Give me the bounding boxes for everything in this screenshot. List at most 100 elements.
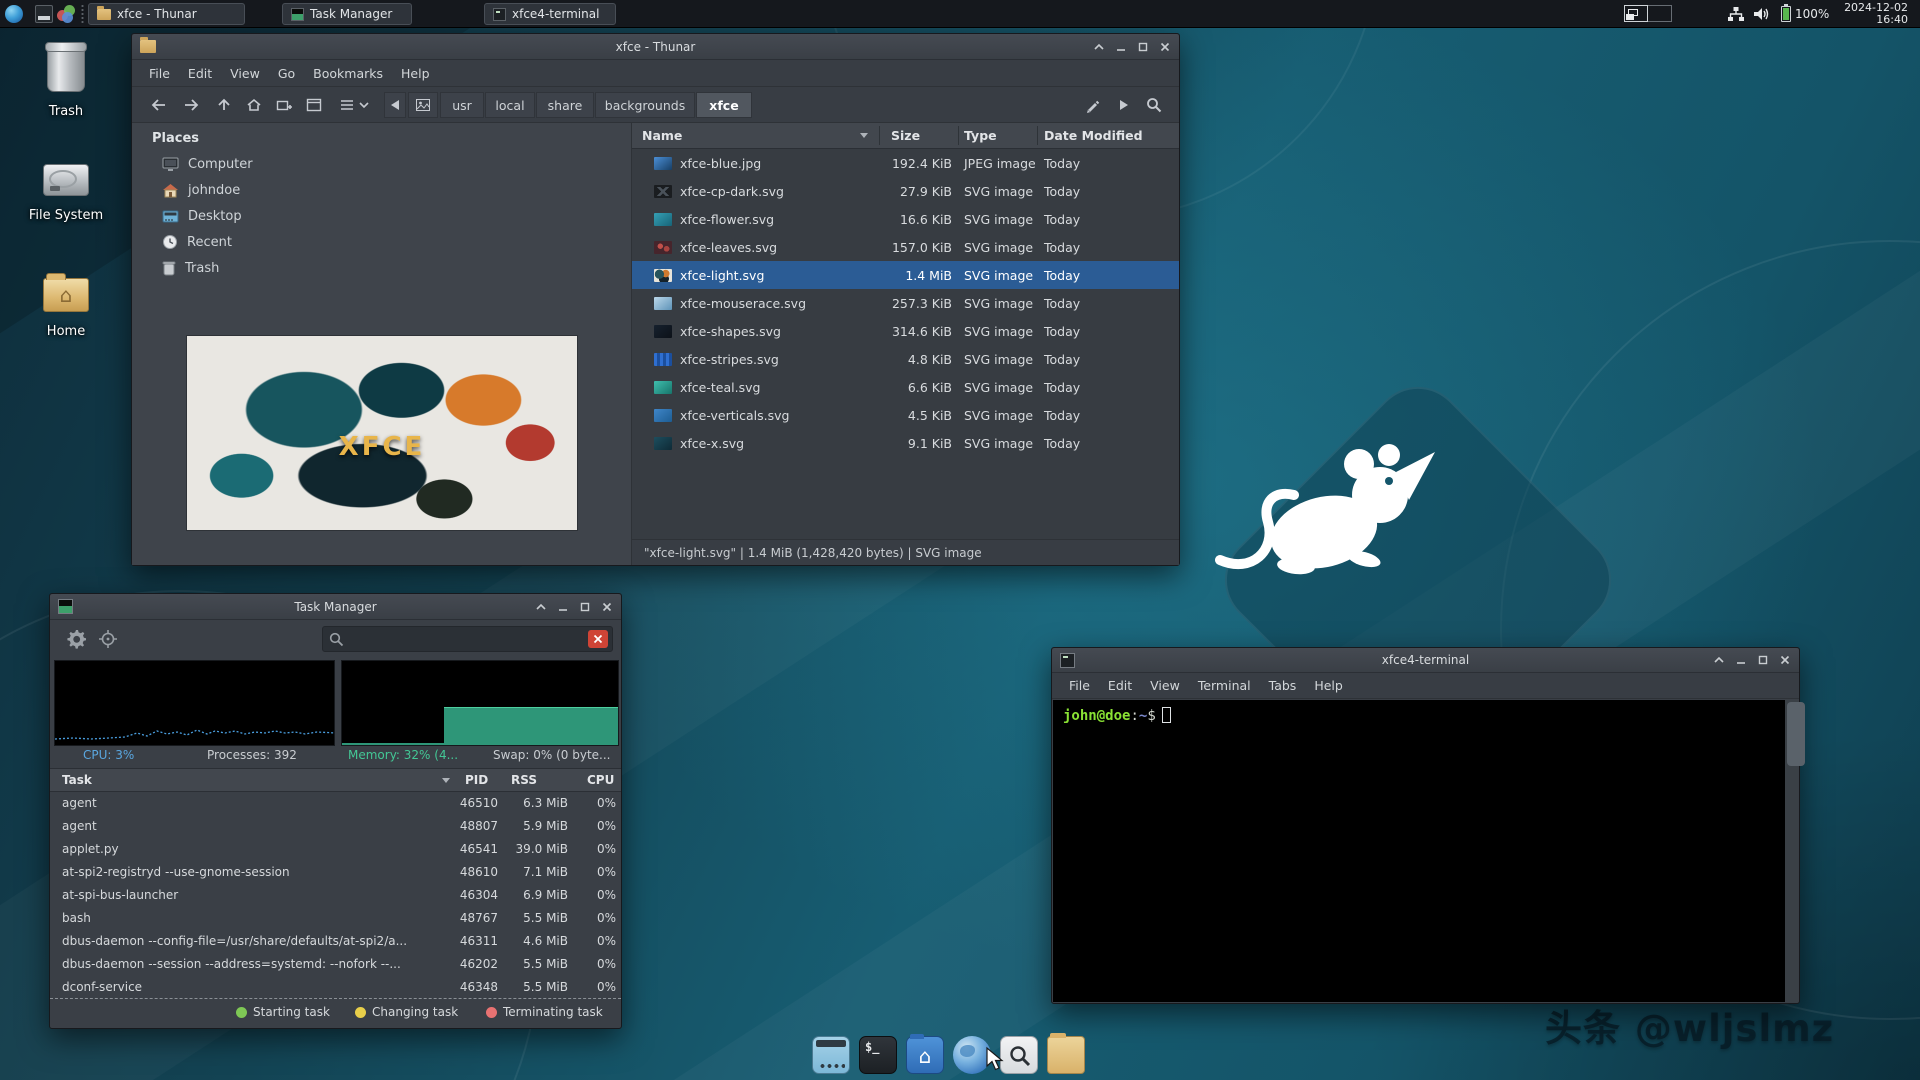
up-icon[interactable] [210, 92, 238, 118]
breadcrumb-local[interactable]: local [485, 92, 535, 118]
column-date[interactable]: Date Modified [1044, 128, 1143, 143]
breadcrumb-root-image-icon[interactable] [408, 92, 438, 118]
back-icon[interactable] [144, 92, 172, 118]
taskbar-button-terminal[interactable]: xfce4-terminal [484, 3, 616, 25]
file-row[interactable]: xfce-verticals.svg 4.5 KiB SVG image Today [632, 401, 1179, 429]
new-tab-icon[interactable] [300, 92, 328, 118]
process-row[interactable]: dbus-daemon --config-file=/usr/share/def… [50, 930, 621, 953]
menu-view[interactable]: View [221, 66, 269, 81]
file-row[interactable]: xfce-cp-dark.svg 27.9 KiB SVG image Today [632, 177, 1179, 205]
minimize-button[interactable] [557, 601, 569, 613]
menu-help[interactable]: Help [392, 66, 439, 81]
terminal-content[interactable]: john@doe:~$ [1053, 700, 1805, 1002]
process-row[interactable]: applet.py 46541 39.0 MiB 0% [50, 838, 621, 861]
menu-go[interactable]: Go [269, 66, 304, 81]
view-switcher-icon[interactable] [332, 92, 376, 118]
column-cpu[interactable]: CPU [587, 773, 614, 787]
taskbar-button-taskmanager[interactable]: Task Manager [282, 3, 412, 25]
desktop-icon-filesystem[interactable]: File System [22, 158, 110, 223]
menu-terminal[interactable]: Terminal [1189, 678, 1260, 693]
forward-icon[interactable] [177, 92, 205, 118]
taskmanager-titlebar[interactable]: Task Manager [50, 594, 621, 620]
breadcrumb-usr[interactable]: usr [440, 92, 484, 118]
maximize-button[interactable] [1137, 41, 1149, 53]
rename-pencil-icon[interactable] [1078, 92, 1106, 118]
place-desktop[interactable]: Desktop [162, 203, 242, 229]
workspace-1[interactable] [1624, 5, 1648, 22]
file-row[interactable]: xfce-leaves.svg 157.0 KiB SVG image Today [632, 233, 1179, 261]
file-manager-launcher-icon[interactable]: ⌂ [906, 1034, 944, 1074]
file-row[interactable]: xfce-mouserace.svg 257.3 KiB SVG image Toda… [632, 289, 1179, 317]
menu-file[interactable]: File [140, 66, 179, 81]
menu-view[interactable]: View [1141, 678, 1189, 693]
menu-tabs[interactable]: Tabs [1260, 678, 1306, 693]
home-icon[interactable] [240, 92, 268, 118]
process-row[interactable]: agent 48807 5.9 MiB 0% [50, 815, 621, 838]
search-icon[interactable] [1140, 92, 1168, 118]
terminal-titlebar[interactable]: xfce4-terminal [1052, 648, 1799, 673]
breadcrumb-backgrounds[interactable]: backgrounds [595, 92, 695, 118]
place-recent[interactable]: Recent [162, 229, 232, 255]
desktop-icon-trash[interactable]: Trash [22, 42, 110, 119]
menu-bookmarks[interactable]: Bookmarks [304, 66, 392, 81]
close-button[interactable] [601, 601, 613, 613]
column-pid[interactable]: PID [465, 773, 488, 787]
thunar-titlebar[interactable]: xfce - Thunar [132, 34, 1179, 60]
volume-icon[interactable] [1753, 6, 1771, 22]
menu-edit[interactable]: Edit [179, 66, 221, 81]
battery-icon[interactable] [1781, 4, 1791, 22]
column-name[interactable]: Name [642, 128, 682, 143]
crosshair-icon[interactable] [98, 629, 118, 653]
clear-search-icon[interactable] [588, 630, 608, 648]
maximize-button[interactable] [579, 601, 591, 613]
terminal-launcher-icon[interactable]: $_ [859, 1036, 897, 1074]
process-row[interactable]: bash 48767 5.5 MiB 0% [50, 907, 621, 930]
column-rss[interactable]: RSS [511, 773, 537, 787]
scrollbar-thumb[interactable] [1787, 702, 1805, 766]
file-row[interactable]: xfce-flower.svg 16.6 KiB SVG image Today [632, 205, 1179, 233]
file-row[interactable]: xfce-shapes.svg 314.6 KiB SVG image Today [632, 317, 1179, 345]
rollup-button[interactable] [535, 601, 547, 613]
minimize-button[interactable] [1735, 654, 1747, 666]
file-row[interactable]: xfce-x.svg 9.1 KiB SVG image Today [632, 429, 1179, 457]
column-type[interactable]: Type [964, 128, 997, 143]
display-launcher-icon[interactable] [35, 5, 53, 23]
menu-file[interactable]: File [1060, 678, 1099, 693]
breadcrumb-scroll-left-icon[interactable] [384, 92, 406, 118]
workspace-2[interactable] [1648, 5, 1672, 22]
close-button[interactable] [1779, 654, 1791, 666]
file-row[interactable]: xfce-stripes.svg 4.8 KiB SVG image Today [632, 345, 1179, 373]
rollup-button[interactable] [1713, 654, 1725, 666]
taskmanager-search-field[interactable] [322, 626, 613, 652]
process-row[interactable]: dconf-service 46348 5.5 MiB 0% [50, 976, 621, 999]
maximize-button[interactable] [1757, 654, 1769, 666]
column-size[interactable]: Size [891, 128, 920, 143]
desktop-icon-home[interactable]: ⌂ Home [22, 272, 110, 339]
menu-help[interactable]: Help [1305, 678, 1352, 693]
process-row[interactable]: at-spi-bus-launcher 46304 6.9 MiB 0% [50, 884, 621, 907]
process-row[interactable]: dbus-daemon --session --address=systemd:… [50, 953, 621, 976]
settings-launcher-icon[interactable] [57, 5, 75, 23]
column-task[interactable]: Task [62, 773, 92, 787]
breadcrumb-xfce-active[interactable]: xfce [696, 92, 752, 118]
breadcrumb-scroll-right-icon[interactable] [1110, 92, 1138, 118]
process-row[interactable]: agent 46510 6.3 MiB 0% [50, 792, 621, 815]
rollup-button[interactable] [1093, 41, 1105, 53]
terminal-scrollbar[interactable] [1785, 700, 1805, 1002]
place-trash[interactable]: Trash [162, 255, 219, 281]
place-home-johndoe[interactable]: johndoe [162, 177, 240, 203]
search-input[interactable] [344, 632, 588, 646]
taskbar-button-thunar[interactable]: xfce - Thunar [88, 3, 245, 25]
menu-edit[interactable]: Edit [1099, 678, 1141, 693]
process-row[interactable]: at-spi2-registryd --use-gnome-session 486… [50, 861, 621, 884]
show-desktop-icon[interactable] [812, 1036, 850, 1074]
breadcrumb-share[interactable]: share [536, 92, 594, 118]
workspace-switcher[interactable] [1624, 5, 1672, 22]
panel-clock[interactable]: 2024-12-02 16:40 [1840, 2, 1908, 26]
close-button[interactable] [1159, 41, 1171, 53]
settings-gear-icon[interactable] [66, 629, 86, 653]
file-row[interactable]: xfce-teal.svg 6.6 KiB SVG image Today [632, 373, 1179, 401]
file-row-selected[interactable]: xfce-light.svg 1.4 MiB SVG image Today [632, 261, 1179, 289]
minimize-button[interactable] [1115, 41, 1127, 53]
folder-launcher-icon[interactable] [1047, 1033, 1085, 1074]
